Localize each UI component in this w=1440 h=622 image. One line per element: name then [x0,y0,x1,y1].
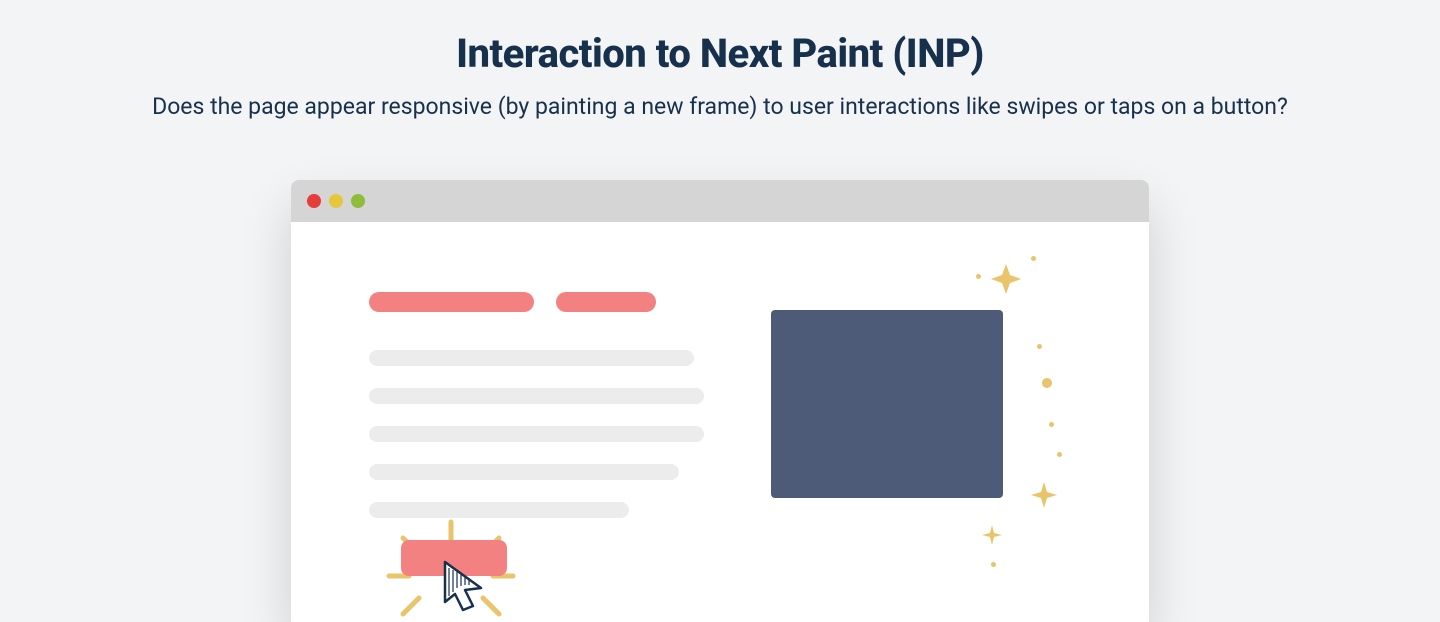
sparkle-dot [1031,256,1036,261]
sparkle-icon [1041,377,1053,389]
sparkle-dot [1037,344,1042,349]
sparkle-icon [1029,480,1059,510]
skeleton-text-line [369,350,694,366]
skeleton-text-line [369,388,704,404]
sparkle-icon [989,262,1023,296]
page-title: Interaction to Next Paint (INP) [0,30,1440,77]
sparkle-icon [981,524,1003,546]
sparkle-dot [991,562,996,567]
sparkle-dot [1057,452,1062,457]
sparkle-dot [1049,422,1054,427]
browser-mockup [291,180,1149,622]
skeleton-image-block [771,310,1003,498]
window-minimize-dot [329,194,343,208]
window-expand-dot [351,194,365,208]
skeleton-text-line [369,464,679,480]
skeleton-heading-pill [556,292,656,312]
mock-cta-button [401,540,507,576]
browser-titlebar [291,180,1149,222]
window-close-dot [307,194,321,208]
skeleton-text-line [369,502,629,518]
skeleton-heading-pill [369,292,534,312]
page-subtitle: Does the page appear responsive (by pain… [0,93,1440,120]
skeleton-text-line [369,426,704,442]
sparkle-dot [976,274,981,279]
